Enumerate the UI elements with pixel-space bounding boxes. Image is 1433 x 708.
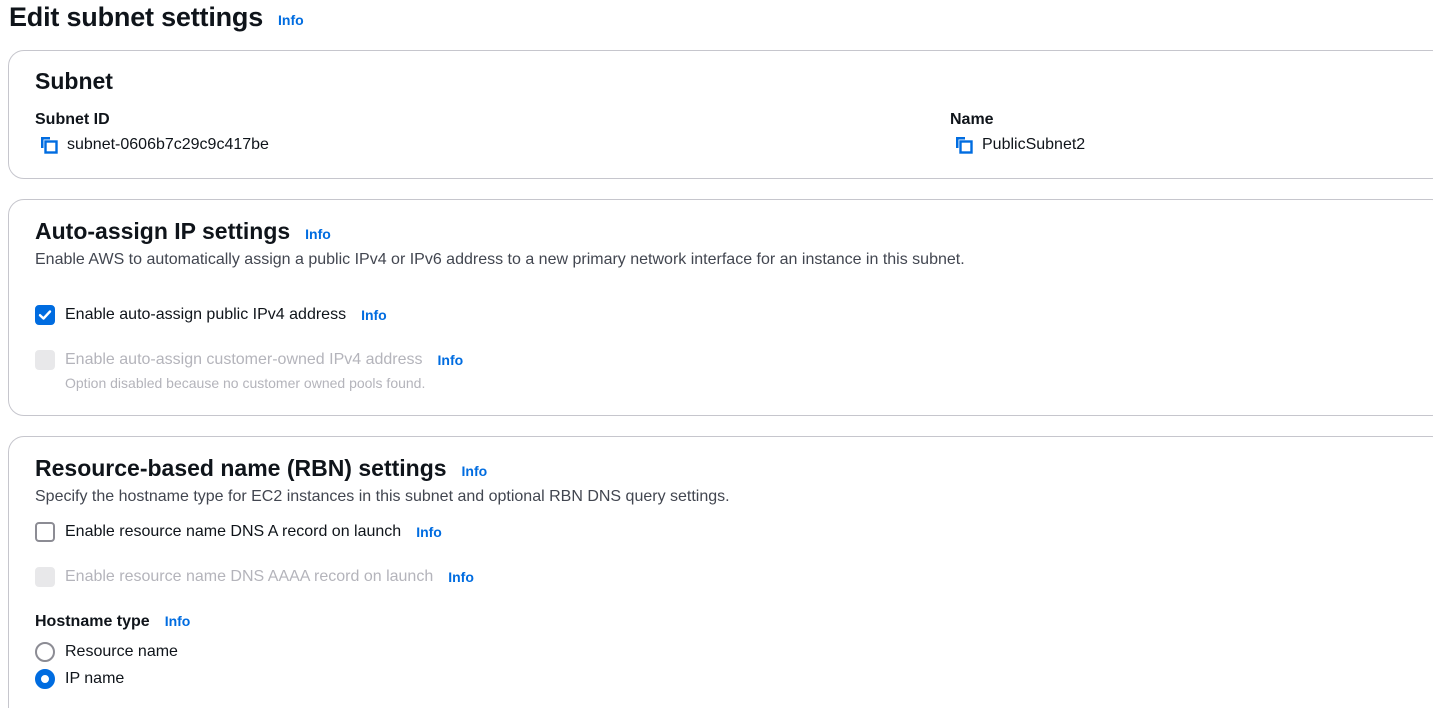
- dns-a-checkbox-row[interactable]: Enable resource name DNS A record on lau…: [35, 522, 442, 542]
- rbn-card: Resource-based name (RBN) settings Info …: [8, 436, 1433, 708]
- auto-assign-title-text: Auto-assign IP settings: [35, 218, 291, 244]
- page-info-link[interactable]: Info: [278, 12, 304, 28]
- dns-a-info-link[interactable]: Info: [416, 524, 442, 540]
- customer-owned-checkbox: [35, 350, 55, 370]
- customer-owned-disabled-note: Option disabled because no customer owne…: [65, 375, 426, 391]
- radio-ip-name-row[interactable]: IP name: [35, 669, 124, 689]
- ipv4-checkbox[interactable]: [35, 305, 55, 325]
- rbn-info-link[interactable]: Info: [462, 463, 488, 479]
- subnet-section-title: Subnet: [35, 68, 113, 94]
- dns-aaaa-info-link[interactable]: Info: [448, 569, 474, 585]
- subnet-id-value: subnet-0606b7c29c9c417be: [39, 135, 269, 155]
- ipv4-checkbox-label: Enable auto-assign public IPv4 address: [65, 306, 347, 323]
- rbn-description: Specify the hostname type for EC2 instan…: [35, 488, 730, 505]
- name-value: PublicSubnet2: [954, 135, 1085, 155]
- name-text: PublicSubnet2: [982, 136, 1086, 153]
- customer-owned-info-link[interactable]: Info: [438, 352, 464, 368]
- rbn-title: Resource-based name (RBN) settings Info: [35, 455, 487, 482]
- customer-owned-checkbox-row: Enable auto-assign customer-owned IPv4 a…: [35, 350, 463, 370]
- copy-icon[interactable]: [954, 135, 974, 155]
- subnet-id-label: Subnet ID: [35, 111, 110, 128]
- subnet-card: Subnet Subnet ID subnet-0606b7c29c9c417b…: [8, 50, 1433, 179]
- customer-owned-checkbox-label: Enable auto-assign customer-owned IPv4 a…: [65, 351, 423, 368]
- auto-assign-description: Enable AWS to automatically assign a pub…: [35, 251, 965, 268]
- radio-resource-name-label: Resource name: [65, 643, 178, 660]
- auto-assign-title: Auto-assign IP settings Info: [35, 218, 331, 245]
- page-header: Edit subnet settings Info: [9, 0, 304, 34]
- page-title: Edit subnet settings: [9, 1, 264, 32]
- dns-aaaa-checkbox-row: Enable resource name DNS AAAA record on …: [35, 567, 474, 587]
- radio-resource-name-row[interactable]: Resource name: [35, 642, 178, 662]
- dns-a-checkbox[interactable]: [35, 522, 55, 542]
- dns-aaaa-checkbox-label: Enable resource name DNS AAAA record on …: [65, 568, 434, 585]
- dns-aaaa-checkbox: [35, 567, 55, 587]
- dns-a-checkbox-label: Enable resource name DNS A record on lau…: [65, 523, 402, 540]
- hostname-type-info-link[interactable]: Info: [165, 613, 191, 629]
- auto-assign-info-link[interactable]: Info: [305, 226, 331, 242]
- rbn-title-text: Resource-based name (RBN) settings: [35, 455, 447, 481]
- radio-resource-name[interactable]: [35, 642, 55, 662]
- name-label: Name: [950, 111, 994, 128]
- hostname-type-label-text: Hostname type: [35, 613, 150, 630]
- ipv4-checkbox-row[interactable]: Enable auto-assign public IPv4 address I…: [35, 305, 387, 325]
- subnet-id-text: subnet-0606b7c29c9c417be: [67, 136, 269, 153]
- radio-ip-name[interactable]: [35, 669, 55, 689]
- copy-icon[interactable]: [39, 135, 59, 155]
- hostname-type-label: Hostname type Info: [35, 613, 190, 631]
- ipv4-info-link[interactable]: Info: [361, 307, 387, 323]
- radio-ip-name-label: IP name: [65, 670, 125, 687]
- auto-assign-card: Auto-assign IP settings Info Enable AWS …: [8, 199, 1433, 416]
